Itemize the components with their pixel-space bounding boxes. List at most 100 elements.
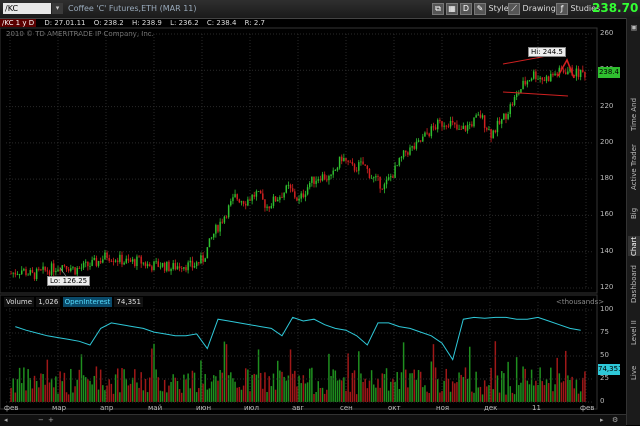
d-button[interactable]: D bbox=[460, 2, 472, 15]
scroll-right-icon[interactable]: ▸ bbox=[600, 416, 604, 424]
time-axis-label: дек bbox=[484, 404, 498, 412]
tab-big-buttons[interactable]: Big Buttons bbox=[628, 193, 640, 233]
symbol-input[interactable]: /KC bbox=[3, 3, 51, 14]
candle-body bbox=[541, 77, 544, 80]
volume-bar bbox=[347, 353, 349, 402]
volume-bar bbox=[168, 385, 170, 402]
candle-body bbox=[234, 194, 236, 198]
volume-bar bbox=[170, 381, 172, 402]
tab-level-ii[interactable]: Level II bbox=[628, 318, 640, 348]
volume-bar bbox=[520, 382, 522, 402]
volume-bar bbox=[582, 377, 584, 402]
volume-bar bbox=[443, 380, 445, 402]
candle-body bbox=[513, 96, 516, 106]
status-symbol[interactable]: /KC 1 y D bbox=[0, 19, 37, 27]
candle-body bbox=[323, 174, 326, 180]
candle-body bbox=[488, 128, 490, 130]
candle-body bbox=[14, 272, 17, 275]
volume-bar bbox=[564, 350, 567, 402]
volume-bar bbox=[471, 391, 473, 402]
scroll-left-icon[interactable]: ◂ bbox=[4, 416, 8, 424]
candle-body bbox=[12, 272, 14, 274]
grid-icon[interactable]: ▦ bbox=[446, 2, 458, 15]
candle-body bbox=[227, 205, 230, 218]
volume-bar bbox=[486, 386, 488, 402]
candle-body bbox=[518, 93, 520, 95]
volume-bar bbox=[65, 392, 68, 402]
tab-time-and-sales[interactable]: Time And Sales bbox=[628, 88, 640, 140]
candle-body bbox=[556, 73, 558, 75]
candle-body bbox=[131, 259, 134, 262]
candle-body bbox=[230, 201, 232, 206]
candle-body bbox=[415, 141, 418, 149]
status-low: L: 236.2 bbox=[170, 19, 199, 27]
candle-body bbox=[349, 161, 352, 163]
high-annotation[interactable]: Hi: 244.5 bbox=[528, 47, 566, 57]
volume-bar bbox=[97, 389, 100, 402]
candle-body bbox=[338, 156, 341, 168]
low-annotation[interactable]: Lo: 126.25 bbox=[47, 276, 91, 286]
tab-live-news[interactable]: Live News bbox=[628, 356, 640, 390]
candle-body bbox=[462, 125, 465, 130]
candle-body bbox=[161, 262, 164, 267]
candle-body bbox=[445, 125, 448, 127]
candle-body bbox=[104, 252, 106, 260]
volume-bar bbox=[306, 382, 309, 402]
volume-bar bbox=[283, 376, 285, 402]
volume-header: Volume 1,026 OpenInterest 74,351 bbox=[4, 297, 143, 307]
candle-body bbox=[569, 67, 571, 72]
candle-body bbox=[560, 67, 563, 71]
ohlc-status-bar: /KC 1 y D D: 27.01.11 O: 238.2 H: 238.9 … bbox=[0, 18, 597, 28]
volume-label[interactable]: Volume bbox=[4, 297, 35, 307]
candle-body bbox=[289, 184, 292, 189]
settings-icon[interactable]: ⚙ bbox=[612, 416, 618, 424]
candle-body bbox=[72, 267, 74, 269]
price-chart[interactable] bbox=[0, 0, 640, 425]
volume-bar bbox=[411, 373, 413, 402]
tab-dashboard[interactable]: Dashboard bbox=[628, 264, 640, 304]
candle-body bbox=[471, 124, 473, 127]
style-button[interactable]: ✎ Style bbox=[474, 2, 509, 15]
volume-bar bbox=[57, 393, 59, 402]
candle-body bbox=[112, 261, 115, 262]
candle-body bbox=[29, 270, 32, 275]
candle-body bbox=[355, 170, 358, 172]
oi-label[interactable]: OpenInterest bbox=[62, 297, 113, 307]
link-icon[interactable]: ⧉ bbox=[432, 2, 444, 15]
panel-toggle-icon[interactable]: ▣ bbox=[628, 20, 640, 36]
volume-bar bbox=[255, 374, 258, 402]
candle-body bbox=[249, 199, 251, 201]
candle-body bbox=[330, 174, 332, 176]
volume-bar bbox=[550, 367, 552, 402]
volume-bar bbox=[163, 379, 166, 402]
volume-bar bbox=[178, 389, 181, 402]
candle-body bbox=[151, 266, 153, 271]
volume-bar bbox=[129, 383, 132, 402]
volume-bar bbox=[451, 381, 454, 402]
volume-bar bbox=[202, 383, 204, 402]
volume-bar bbox=[153, 343, 155, 402]
tab-chart[interactable]: Chart bbox=[628, 236, 640, 256]
volume-bar bbox=[25, 390, 27, 402]
candle-body bbox=[364, 164, 366, 166]
candle-body bbox=[18, 274, 21, 275]
symbol-dropdown-button[interactable]: ▾ bbox=[52, 3, 63, 14]
drawings-button[interactable]: ⟋ Drawings bbox=[508, 2, 560, 15]
volume-bar bbox=[415, 379, 418, 402]
zoom-out-icon[interactable]: − bbox=[38, 416, 44, 424]
volume-bar bbox=[449, 391, 452, 402]
volume-bar bbox=[509, 386, 512, 402]
tab-active-trader[interactable]: Active Trader bbox=[628, 144, 640, 190]
zoom-in-icon[interactable]: + bbox=[48, 416, 54, 424]
volume-bar bbox=[289, 349, 292, 402]
volume-bar bbox=[176, 380, 179, 402]
candle-body bbox=[428, 133, 430, 137]
volume-bar bbox=[42, 374, 44, 402]
volume-bar bbox=[14, 392, 17, 402]
candle-body bbox=[377, 176, 379, 177]
volume-bar bbox=[432, 344, 435, 402]
volume-bar bbox=[76, 379, 78, 402]
candle-body bbox=[57, 269, 59, 272]
volume-bar bbox=[366, 388, 369, 402]
candle-body bbox=[67, 269, 70, 271]
